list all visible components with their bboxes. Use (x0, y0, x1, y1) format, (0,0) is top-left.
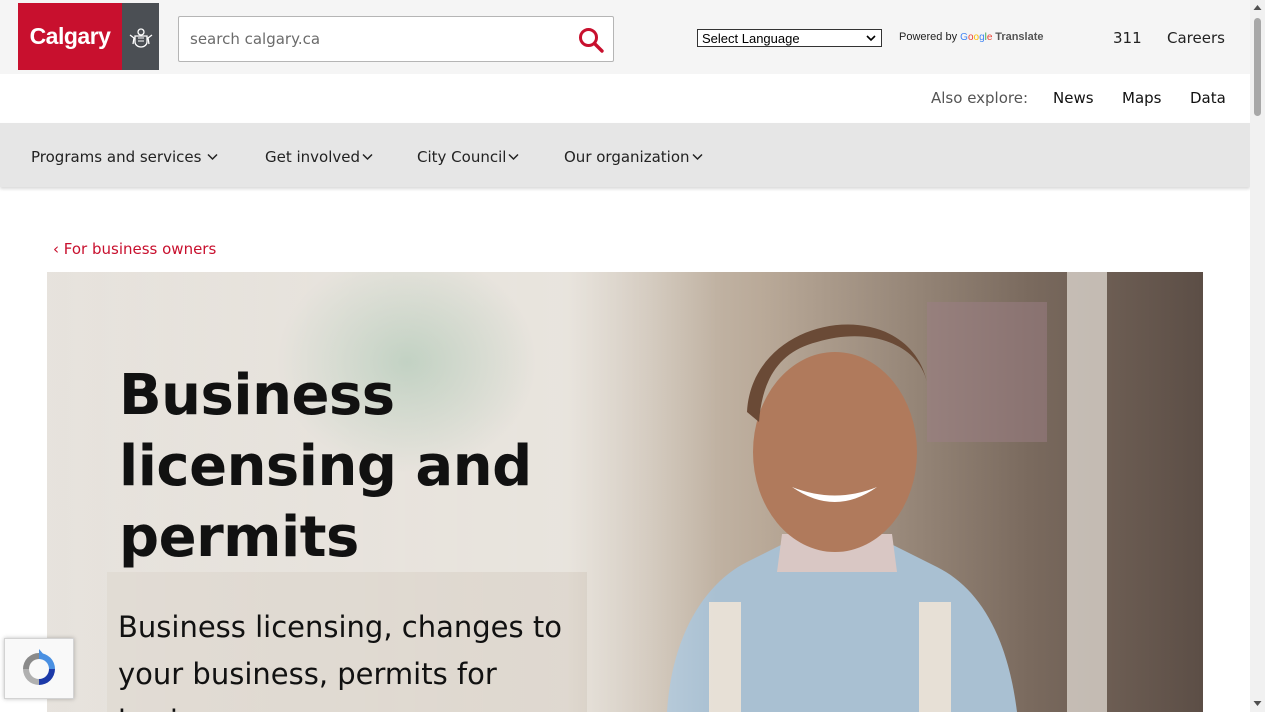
link-careers[interactable]: Careers (1167, 29, 1225, 47)
nav-label: City Council (417, 148, 507, 166)
search-button[interactable] (577, 26, 605, 54)
chevron-down-icon (362, 153, 373, 161)
breadcrumb-back-link[interactable]: ‹ For business owners (53, 240, 216, 258)
scroll-up-icon[interactable] (1253, 4, 1262, 11)
logo-text: Calgary (29, 23, 111, 49)
google-logo[interactable]: Google (960, 32, 995, 43)
explore-link-data[interactable]: Data (1190, 89, 1226, 107)
chevron-down-icon (508, 153, 519, 161)
nav-label: Programs and services (31, 148, 202, 166)
page-subtitle: Business licensing, changes to your busi… (118, 610, 562, 712)
nav-label: Our organization (564, 148, 690, 166)
language-select-value: Select Language (702, 30, 800, 46)
page-scrollbar[interactable] (1250, 0, 1265, 712)
language-select[interactable]: Select Language (697, 29, 882, 47)
search-box (178, 16, 614, 62)
google-translate-attribution: Powered by Google Translate (899, 31, 1044, 43)
breadcrumb-text: For business owners (63, 240, 217, 258)
page-title: Business licensing and permits (119, 360, 579, 573)
top-utility-bar: Calgary Select Language Powered by (0, 0, 1250, 74)
main-navigation: Programs and services Get involved City … (0, 123, 1250, 187)
powered-by-text: Powered by (899, 31, 958, 43)
nav-city-council[interactable]: City Council (417, 148, 519, 166)
scrollbar-thumb[interactable] (1254, 18, 1261, 116)
search-input[interactable] (179, 17, 569, 61)
logo-wordmark: Calgary (18, 3, 122, 70)
chevron-down-icon (691, 153, 703, 161)
search-icon (579, 28, 604, 53)
hero-banner: Business licensing and permits Business … (47, 272, 1203, 712)
chevron-left-icon: ‹ (53, 240, 64, 258)
nav-our-organization[interactable]: Our organization (564, 148, 703, 166)
nav-programs-and-services[interactable]: Programs and services (31, 148, 218, 166)
crest-icon (122, 3, 159, 70)
explore-link-news[interactable]: News (1053, 89, 1094, 107)
recaptcha-badge[interactable] (4, 638, 74, 699)
nav-label: Get involved (265, 148, 361, 166)
recaptcha-icon (23, 648, 55, 685)
scroll-down-icon[interactable] (1253, 700, 1262, 707)
page-title-line: permits (119, 505, 359, 570)
nav-get-involved[interactable]: Get involved (265, 148, 373, 166)
also-explore-label: Also explore: (931, 89, 1029, 107)
calgary-logo[interactable]: Calgary (18, 3, 159, 70)
explore-link-maps[interactable]: Maps (1122, 89, 1161, 107)
chevron-down-icon (207, 153, 218, 161)
link-311[interactable]: 311 (1113, 29, 1142, 47)
page-title-line: Business (119, 363, 395, 428)
translate-text: Translate (995, 31, 1044, 43)
page-title-line: licensing and (119, 434, 532, 499)
chevron-down-icon (866, 35, 876, 42)
